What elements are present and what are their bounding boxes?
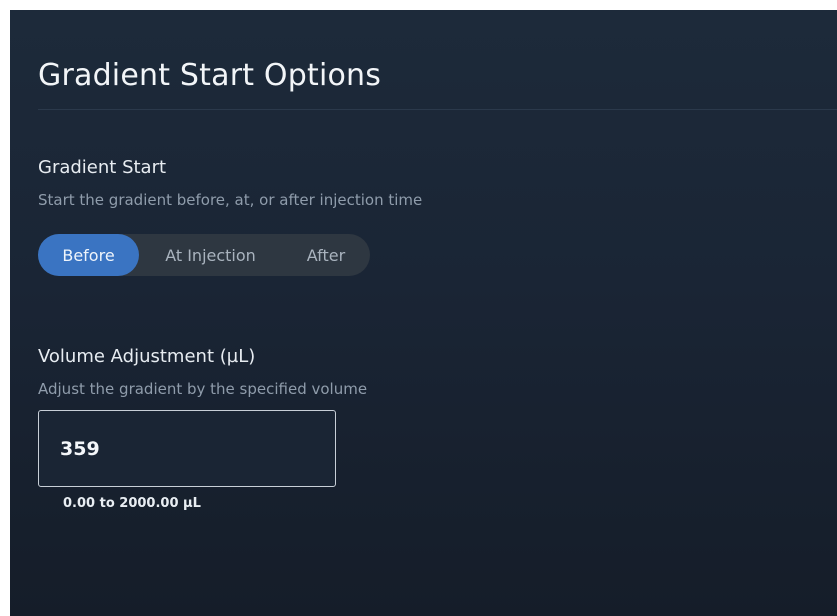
panel-title: Gradient Start Options <box>38 58 382 93</box>
before-option-button[interactable]: Before <box>38 234 139 276</box>
volume-range-hint: 0.00 to 2000.00 µL <box>63 496 201 511</box>
gradient-start-label: Gradient Start <box>38 157 167 178</box>
gradient-start-toggle: Before At Injection After <box>38 234 370 276</box>
volume-adjustment-input[interactable] <box>38 410 336 487</box>
gradient-start-options-panel: Gradient Start Options Gradient Start St… <box>10 10 837 616</box>
volume-adjustment-label: Volume Adjustment (µL) <box>38 346 256 367</box>
after-option-button[interactable]: After <box>282 234 370 276</box>
title-divider <box>38 109 837 110</box>
gradient-start-description: Start the gradient before, at, or after … <box>38 191 423 209</box>
volume-adjustment-description: Adjust the gradient by the specified vol… <box>38 380 368 398</box>
at-injection-option-button[interactable]: At Injection <box>139 234 282 276</box>
